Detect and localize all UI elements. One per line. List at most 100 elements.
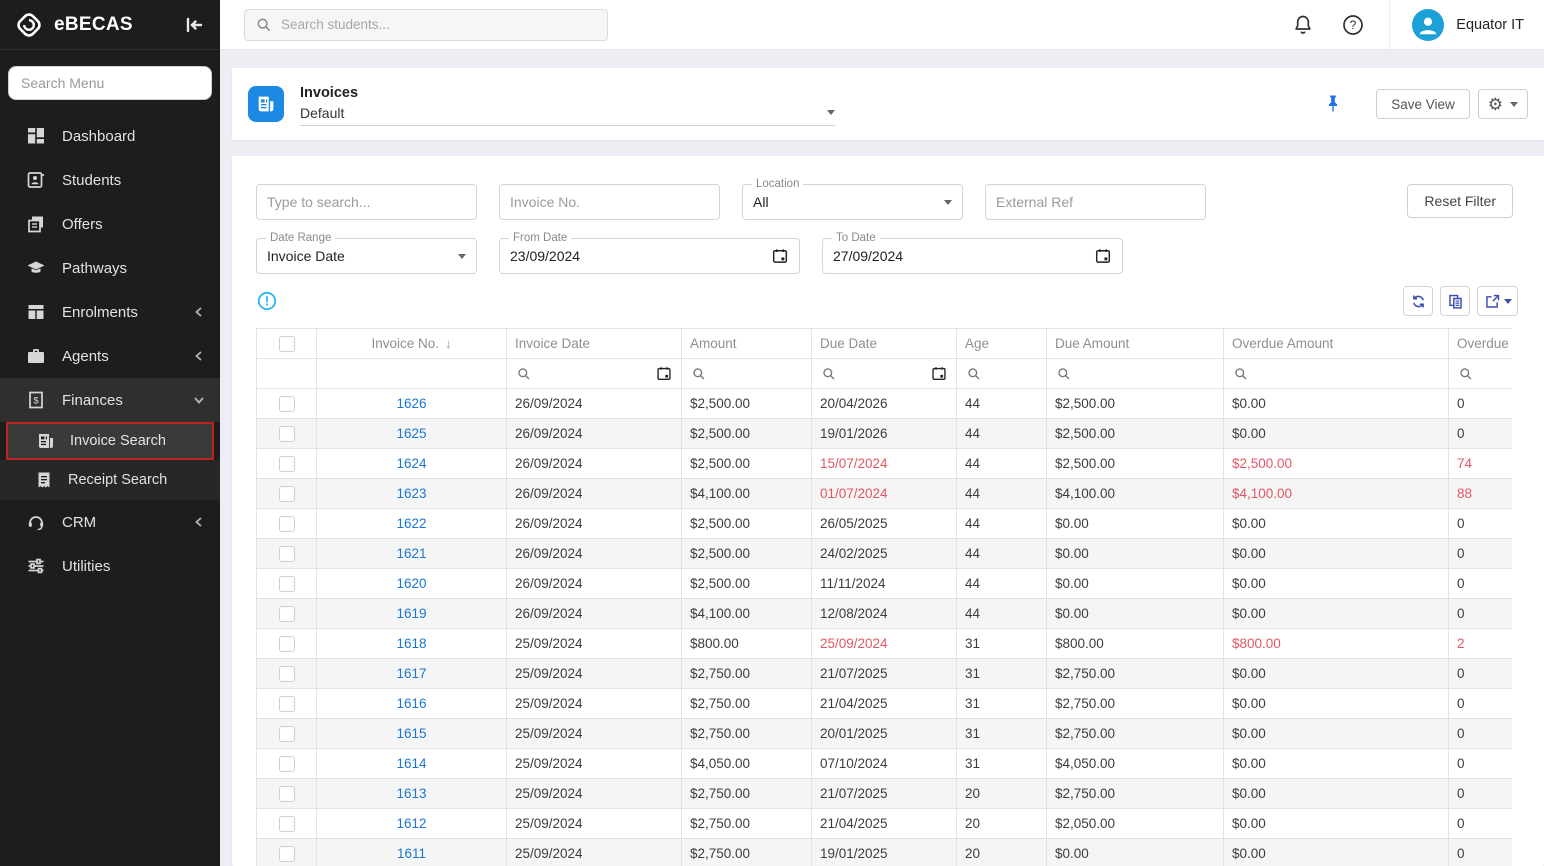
invoice-link[interactable]: 1616	[396, 696, 426, 711]
user-name[interactable]: Equator IT	[1456, 17, 1524, 33]
row-checkbox[interactable]	[279, 666, 295, 682]
invoice-no-field[interactable]	[499, 184, 720, 220]
column-header-overdue-amount[interactable]: Overdue Amount	[1224, 329, 1449, 359]
filter-amount[interactable]	[682, 359, 812, 389]
invoice-link[interactable]: 1621	[396, 546, 426, 561]
sidebar-item-invoice-search[interactable]: Invoice Search	[6, 422, 214, 460]
sidebar-item-dashboard[interactable]: Dashboard	[0, 114, 220, 158]
row-checkbox[interactable]	[279, 696, 295, 712]
sidebar-item-offers[interactable]: Offers	[0, 202, 220, 246]
user-avatar[interactable]	[1412, 9, 1444, 41]
row-checkbox[interactable]	[279, 516, 295, 532]
calendar-icon[interactable]	[930, 365, 948, 382]
age-cell: 44	[957, 539, 1047, 569]
sidebar-item-finances[interactable]: $Finances	[0, 378, 220, 422]
filter-overdue-amount[interactable]	[1224, 359, 1449, 389]
from-date-field[interactable]: From Date 23/09/2024	[499, 238, 800, 274]
sidebar-item-students[interactable]: Students	[0, 158, 220, 202]
calendar-icon[interactable]	[1094, 247, 1112, 265]
sidebar-item-pathways[interactable]: Pathways	[0, 246, 220, 290]
row-checkbox[interactable]	[279, 636, 295, 652]
row-checkbox[interactable]	[279, 546, 295, 562]
student-search[interactable]	[244, 9, 608, 41]
external-ref-field[interactable]	[985, 184, 1206, 220]
sidebar-item-enrolments[interactable]: Enrolments	[0, 290, 220, 334]
invoice-link[interactable]: 1622	[396, 516, 426, 531]
grid-header-row: Invoice No.↓ Invoice Date Amount Due Dat…	[257, 329, 1513, 359]
copy-button[interactable]	[1440, 286, 1470, 316]
notifications-bell-icon[interactable]	[1291, 13, 1315, 37]
invoice-link[interactable]: 1618	[396, 636, 426, 651]
select-all-checkbox[interactable]	[279, 336, 295, 352]
row-checkbox[interactable]	[279, 786, 295, 802]
invoice-link[interactable]: 1615	[396, 726, 426, 741]
filter-invoice-no[interactable]	[317, 359, 507, 389]
column-header-age[interactable]: Age	[957, 329, 1047, 359]
row-checkbox[interactable]	[279, 846, 295, 862]
invoice-link[interactable]: 1623	[396, 486, 426, 501]
row-checkbox[interactable]	[279, 816, 295, 832]
sidebar-item-label: Invoice Search	[70, 433, 198, 449]
sidebar-item-crm[interactable]: CRM	[0, 500, 220, 544]
sidebar-item-receipt-search[interactable]: Receipt Search	[0, 460, 220, 500]
sidebar-item-utilities[interactable]: Utilities	[0, 544, 220, 588]
invoice-link[interactable]: 1624	[396, 456, 426, 471]
sidebar-item-agents[interactable]: Agents	[0, 334, 220, 378]
amount-cell: $2,750.00	[682, 779, 812, 809]
help-icon[interactable]: ?	[1341, 13, 1365, 37]
date-range-select[interactable]: Date Range Invoice Date	[256, 238, 477, 274]
amount-cell: $4,100.00	[682, 599, 812, 629]
row-checkbox[interactable]	[279, 486, 295, 502]
sidebar-collapse-icon[interactable]	[182, 13, 206, 37]
filter-age[interactable]	[957, 359, 1047, 389]
column-header-invoice-no[interactable]: Invoice No.↓	[317, 329, 507, 359]
filter-overdue-by[interactable]	[1449, 359, 1513, 389]
invoice-link[interactable]: 1626	[396, 396, 426, 411]
location-select[interactable]: Location All	[742, 184, 963, 220]
row-checkbox[interactable]	[279, 396, 295, 412]
column-header-invoice-date[interactable]: Invoice Date	[507, 329, 682, 359]
sidebar-search-input[interactable]	[8, 66, 212, 100]
settings-gear-button[interactable]: ⚙	[1478, 89, 1528, 119]
filter-due-date[interactable]	[812, 359, 957, 389]
student-search-input[interactable]	[281, 17, 597, 32]
table-row: 162626/09/2024$2,500.0020/04/202644$2,50…	[257, 389, 1513, 419]
invoice-link[interactable]: 1611	[397, 846, 426, 861]
pin-icon[interactable]	[1322, 93, 1344, 115]
to-date-field[interactable]: To Date 27/09/2024	[822, 238, 1123, 274]
invoice-link[interactable]: 1614	[396, 756, 426, 771]
invoice-link[interactable]: 1625	[396, 426, 426, 441]
external-ref-input[interactable]	[996, 194, 1195, 210]
info-icon[interactable]	[257, 291, 277, 311]
invoice-link[interactable]: 1617	[396, 666, 426, 681]
invoice-link[interactable]: 1619	[396, 606, 426, 621]
row-checkbox[interactable]	[279, 726, 295, 742]
global-search-field[interactable]	[256, 184, 477, 220]
filter-invoice-date[interactable]	[507, 359, 682, 389]
column-header-overdue-by[interactable]: Overdue by	[1449, 329, 1513, 359]
column-header-due-date[interactable]: Due Date	[812, 329, 957, 359]
row-checkbox[interactable]	[279, 576, 295, 592]
calendar-icon[interactable]	[655, 365, 673, 382]
global-search-input[interactable]	[267, 194, 466, 210]
column-header-amount[interactable]: Amount	[682, 329, 812, 359]
to-date-label: To Date	[832, 231, 880, 245]
row-checkbox[interactable]	[279, 756, 295, 772]
reset-filter-button[interactable]: Reset Filter	[1407, 184, 1513, 218]
export-button[interactable]	[1477, 286, 1518, 316]
age-cell: 44	[957, 479, 1047, 509]
filter-due-amount[interactable]	[1047, 359, 1224, 389]
row-checkbox[interactable]	[279, 606, 295, 622]
row-checkbox[interactable]	[279, 456, 295, 472]
overdue-by-cell: 0	[1449, 809, 1513, 839]
save-view-button[interactable]: Save View	[1376, 89, 1470, 119]
calendar-icon[interactable]	[771, 247, 789, 265]
row-checkbox[interactable]	[279, 426, 295, 442]
invoice-link[interactable]: 1613	[396, 786, 426, 801]
view-select[interactable]: Default	[300, 105, 835, 126]
refresh-button[interactable]	[1403, 286, 1433, 316]
invoice-link[interactable]: 1612	[396, 816, 426, 831]
invoice-no-input[interactable]	[510, 194, 709, 210]
column-header-due-amount[interactable]: Due Amount	[1047, 329, 1224, 359]
invoice-link[interactable]: 1620	[396, 576, 426, 591]
